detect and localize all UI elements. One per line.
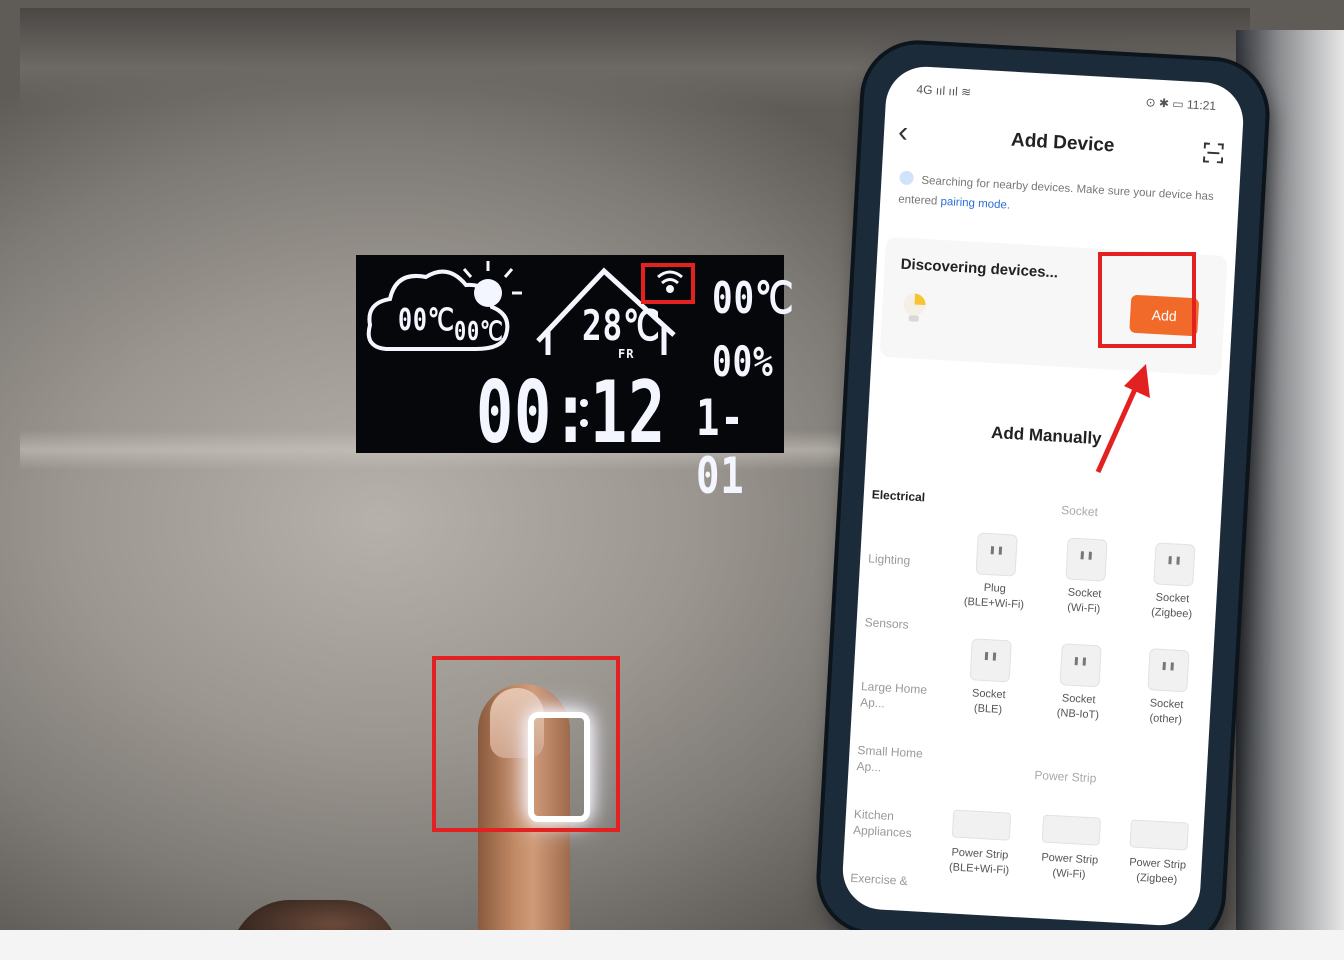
photo-scene: 00℃ 00℃ 28℃ FR 00℃ 00% 00:12 1-01 4G ııl… [0, 0, 1344, 960]
bottom-border [0, 930, 1344, 960]
red-arrow-icon [1095, 364, 1150, 474]
